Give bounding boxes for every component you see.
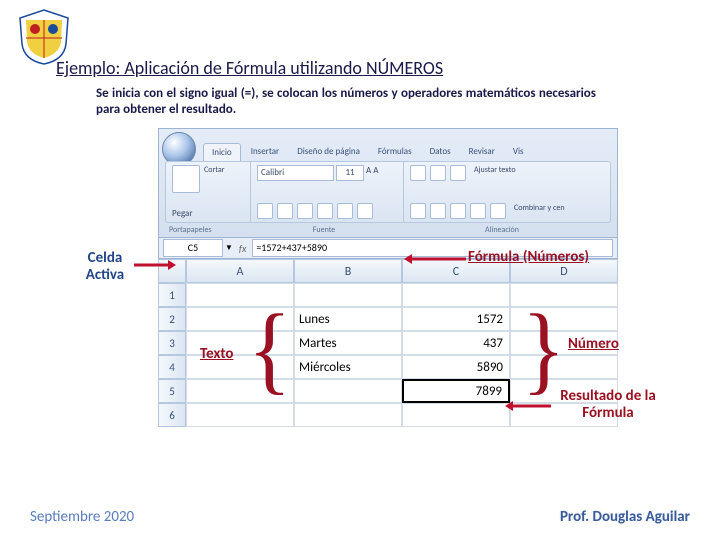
cell-B6[interactable]	[294, 403, 402, 427]
col-B[interactable]: B	[294, 259, 402, 283]
row-6[interactable]: 6	[158, 403, 186, 427]
brace-right-icon: }	[522, 310, 565, 389]
slide-description: Se inicia con el signo igual (=), se col…	[96, 86, 596, 119]
tab-vista[interactable]: Vis	[505, 143, 532, 161]
tab-diseno[interactable]: Diseño de página	[289, 143, 368, 161]
bold-icon[interactable]	[257, 203, 273, 219]
paste-icon[interactable]	[172, 165, 200, 193]
chevron-down-icon[interactable]: ▼	[225, 243, 233, 253]
brace-left-icon: {	[248, 310, 291, 389]
cell-C4[interactable]: 5890	[402, 355, 510, 379]
footer-author: Prof. Douglas Aguilar	[560, 508, 690, 526]
tab-insertar[interactable]: Insertar	[243, 143, 288, 161]
align-tr-icon[interactable]	[450, 165, 466, 181]
callout-celda-activa: Celda Activa	[72, 250, 138, 283]
name-box[interactable]: C5	[163, 239, 223, 257]
corner-cell[interactable]	[158, 259, 186, 283]
callout-resultado: Resultado de la Fórmula	[548, 388, 668, 421]
cell-C2[interactable]: 1572	[402, 307, 510, 331]
indent-inc-icon[interactable]	[490, 203, 506, 219]
col-A[interactable]: A	[186, 259, 294, 283]
row-4[interactable]: 4	[158, 355, 186, 379]
tab-datos[interactable]: Datos	[422, 143, 459, 161]
row-3[interactable]: 3	[158, 331, 186, 355]
font-name-select[interactable]: Calibri	[257, 165, 334, 181]
underline-icon[interactable]	[297, 203, 313, 219]
cortar-label[interactable]: Cortar	[204, 165, 224, 175]
border-icon[interactable]	[317, 203, 333, 219]
cell-B1[interactable]	[294, 283, 402, 307]
merge-button[interactable]: Combinar y cen	[514, 203, 565, 219]
cell-B2[interactable]: Lunes	[294, 307, 402, 331]
ribbon-tabs: Inicio Insertar Diseño de página Fórmula…	[203, 143, 532, 161]
align-tm-icon[interactable]	[430, 165, 446, 181]
align-bl-icon[interactable]	[410, 203, 426, 219]
cell-C1[interactable]	[402, 283, 510, 307]
footer-date: Septiembre 2020	[30, 508, 134, 526]
align-bm-icon[interactable]	[430, 203, 446, 219]
cell-C6[interactable]	[402, 403, 510, 427]
group-alineacion: Alineación	[397, 225, 607, 235]
callout-formula-numeros: Fórmula (Números)	[468, 248, 589, 266]
callout-numero: Número	[568, 335, 619, 353]
wrap-text-button[interactable]: Ajustar texto	[474, 165, 516, 181]
cell-B3[interactable]: Martes	[294, 331, 402, 355]
excel-ribbon: Inicio Insertar Diseño de página Fórmula…	[158, 128, 618, 238]
group-fuente: Fuente	[251, 225, 397, 235]
fx-icon[interactable]: fx	[239, 242, 246, 255]
cell-C3[interactable]: 437	[402, 331, 510, 355]
slide-title: Ejemplo: Aplicación de Fórmula utilizand…	[56, 57, 443, 79]
italic-icon[interactable]	[277, 203, 293, 219]
fontcolor-icon[interactable]	[357, 203, 373, 219]
row-1[interactable]: 1	[158, 283, 186, 307]
cell-C5-active[interactable]: 7899	[402, 379, 510, 403]
align-tl-icon[interactable]	[410, 165, 426, 181]
cell-B5[interactable]	[294, 379, 402, 403]
font-size-select[interactable]: 11	[336, 165, 364, 181]
cell-B4[interactable]: Miércoles	[294, 355, 402, 379]
callout-texto: Texto	[200, 345, 233, 363]
tab-revisar[interactable]: Revisar	[461, 143, 503, 161]
indent-dec-icon[interactable]	[470, 203, 486, 219]
align-br-icon[interactable]	[450, 203, 466, 219]
row-5[interactable]: 5	[158, 379, 186, 403]
tab-formulas[interactable]: Fórmulas	[370, 143, 420, 161]
paste-label: Pegar	[172, 208, 244, 219]
fill-icon[interactable]	[337, 203, 353, 219]
row-2[interactable]: 2	[158, 307, 186, 331]
group-portapapeles: Portapapeles	[169, 225, 251, 235]
tab-inicio[interactable]: Inicio	[203, 143, 241, 161]
cell-A6[interactable]	[186, 403, 294, 427]
